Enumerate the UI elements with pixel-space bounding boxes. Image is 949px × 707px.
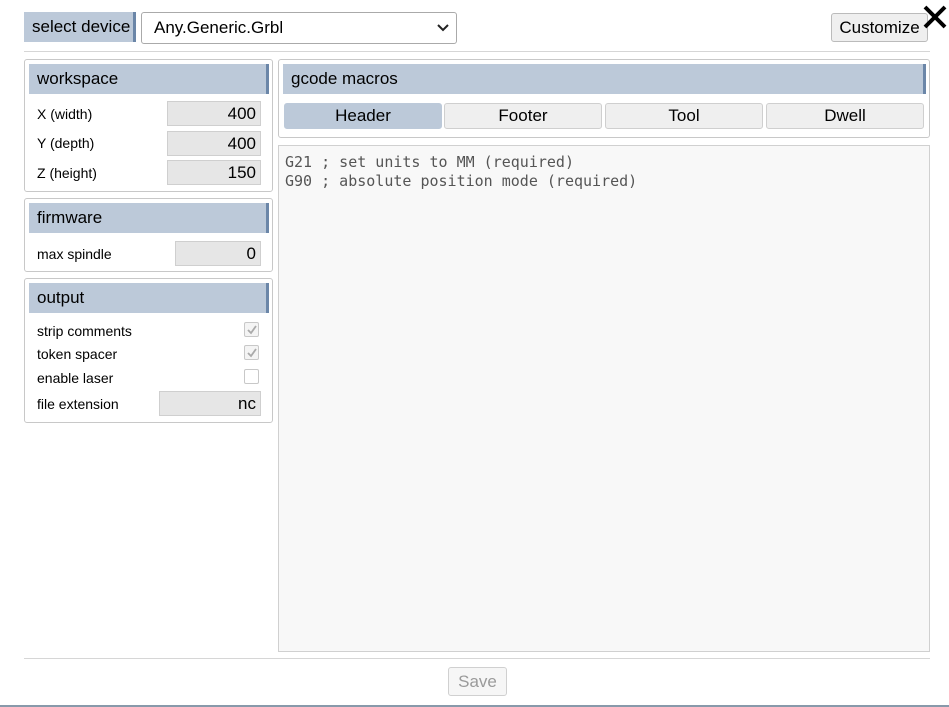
close-icon[interactable] (921, 3, 949, 31)
check-icon (247, 348, 257, 358)
firmware-title: firmware (29, 203, 269, 233)
chevron-down-icon (437, 24, 449, 32)
max-spindle-label: max spindle (37, 246, 112, 262)
customize-button[interactable]: Customize (831, 13, 928, 42)
gcode-macros-panel: gcode macros Header Footer Tool Dwell (278, 59, 930, 138)
device-select[interactable]: Any.Generic.Grbl (141, 12, 457, 44)
tab-tool[interactable]: Tool (605, 103, 763, 129)
top-divider (24, 51, 930, 52)
device-settings-dialog: select device Any.Generic.Grbl Customize… (0, 0, 949, 707)
device-select-value: Any.Generic.Grbl (154, 18, 284, 37)
max-spindle-input[interactable]: 0 (175, 241, 261, 266)
x-width-input[interactable]: 400 (167, 101, 261, 126)
enable-laser-checkbox[interactable] (244, 369, 259, 384)
bottom-divider (24, 658, 930, 659)
x-width-label: X (width) (37, 106, 93, 122)
z-height-input[interactable]: 150 (167, 160, 261, 185)
tab-footer[interactable]: Footer (444, 103, 602, 129)
tab-header[interactable]: Header (284, 103, 442, 129)
file-extension-input[interactable]: nc (159, 391, 261, 416)
strip-comments-checkbox[interactable] (244, 322, 259, 337)
tab-dwell[interactable]: Dwell (766, 103, 924, 129)
output-title: output (29, 283, 269, 313)
token-spacer-label: token spacer (37, 346, 118, 362)
gcode-macros-title: gcode macros (283, 64, 926, 94)
enable-laser-label: enable laser (37, 370, 114, 386)
strip-comments-label: strip comments (37, 323, 132, 339)
y-depth-label: Y (depth) (37, 135, 95, 151)
gcode-editor[interactable]: G21 ; set units to MM (required) G90 ; a… (278, 145, 930, 652)
y-depth-input[interactable]: 400 (167, 131, 261, 156)
workspace-panel: workspace X (width) 400 Y (depth) 400 Z … (24, 59, 273, 192)
firmware-panel: firmware max spindle 0 (24, 198, 273, 272)
select-device-label: select device (24, 12, 136, 42)
token-spacer-checkbox[interactable] (244, 345, 259, 360)
save-button[interactable]: Save (448, 667, 507, 696)
file-extension-label: file extension (37, 396, 119, 412)
output-panel: output strip comments token spacer enabl… (24, 278, 273, 423)
check-icon (247, 325, 257, 335)
workspace-title: workspace (29, 64, 269, 94)
z-height-label: Z (height) (37, 165, 97, 181)
